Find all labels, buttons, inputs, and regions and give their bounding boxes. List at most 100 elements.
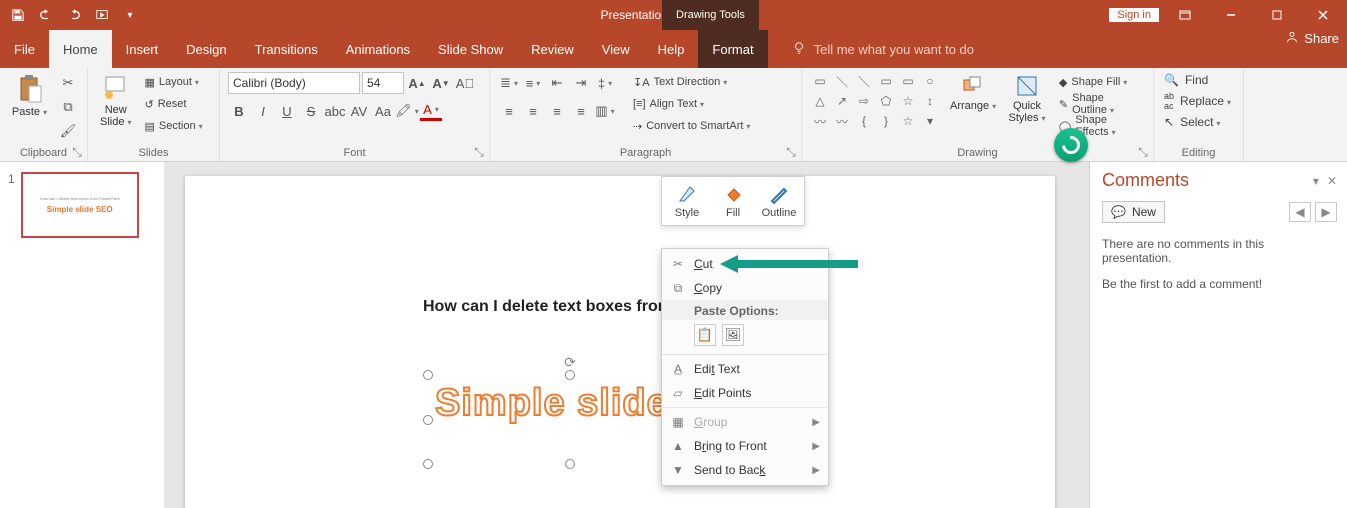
share-button[interactable]: Share — [1285, 30, 1339, 47]
tab-help[interactable]: Help — [644, 30, 699, 68]
change-case-icon[interactable]: Aa — [372, 100, 394, 122]
underline-icon[interactable]: U — [276, 100, 298, 122]
prev-comment-icon[interactable]: ◀ — [1289, 202, 1311, 222]
select-button[interactable]: ↖Select — [1162, 114, 1233, 130]
tab-animations[interactable]: Animations — [332, 30, 424, 68]
arrange-button[interactable]: Arrange — [948, 72, 998, 114]
convert-smartart-button[interactable]: ⇢Convert to SmartArt — [630, 116, 753, 136]
next-comment-icon[interactable]: ▶ — [1315, 202, 1337, 222]
slide[interactable]: How can I delete text boxes from Powe ⟳ … — [185, 176, 1055, 508]
clear-formatting-icon[interactable]: A⃥ — [454, 72, 476, 94]
handle-bm[interactable] — [565, 459, 575, 469]
mini-format-toolbar: Style Fill Outline — [661, 176, 805, 226]
font-dialog-launcher[interactable]: ⤡ — [473, 146, 485, 158]
undo-icon[interactable] — [34, 3, 58, 27]
decrease-font-icon[interactable]: A▼ — [430, 72, 452, 94]
tab-insert[interactable]: Insert — [112, 30, 173, 68]
shapes-gallery[interactable]: ▭＼＼▭▭○ △↗⇨⬠☆↕ 〰〰{}☆▾ — [810, 72, 940, 130]
tab-transitions[interactable]: Transitions — [241, 30, 332, 68]
layout-button[interactable]: ▦Layout — [141, 72, 205, 92]
ctx-edit-points[interactable]: ▱Edit Points — [662, 381, 828, 405]
thumbnail-1[interactable]: 1 How can I delete text boxes from Power… — [8, 172, 156, 238]
shape-fill-button[interactable]: ◆Shape Fill — [1056, 72, 1145, 92]
tab-review[interactable]: Review — [517, 30, 588, 68]
ctx-cut[interactable]: ✂Cut — [662, 252, 828, 276]
find-button[interactable]: 🔍Find — [1162, 72, 1233, 88]
paste-picture-icon[interactable]: 🖼 — [722, 324, 744, 346]
replace-button[interactable]: abacReplace — [1162, 90, 1233, 112]
font-size-combo[interactable]: 54 — [362, 72, 404, 94]
numbering-icon[interactable]: ≡ — [522, 72, 544, 94]
section-button[interactable]: ▤Section — [141, 116, 205, 136]
handle-tm[interactable] — [565, 370, 575, 380]
align-left-icon[interactable]: ≡ — [498, 100, 520, 122]
start-from-beginning-icon[interactable] — [90, 3, 114, 27]
clipboard-dialog-launcher[interactable]: ⤡ — [71, 146, 83, 158]
increase-indent-icon[interactable]: ⇥ — [570, 72, 592, 94]
drawing-dialog-launcher[interactable]: ⤡ — [1137, 146, 1149, 158]
font-name-combo[interactable]: Calibri (Body) — [228, 72, 360, 94]
tab-view[interactable]: View — [588, 30, 644, 68]
ctx-edit-text[interactable]: A̲Edit Text — [662, 357, 828, 381]
font-color-icon[interactable]: A — [420, 102, 442, 121]
strikethrough-icon[interactable]: S — [300, 100, 322, 122]
tab-file[interactable]: File — [0, 30, 49, 68]
copy-icon[interactable]: ⧉ — [57, 96, 79, 118]
tab-design[interactable]: Design — [172, 30, 240, 68]
ctx-send-to-back[interactable]: ▼Send to Back▶ — [662, 458, 828, 482]
paste-use-destination-theme-icon[interactable]: 📋 — [694, 324, 716, 346]
redo-icon[interactable] — [62, 3, 86, 27]
sign-in-button[interactable]: Sign in — [1109, 8, 1159, 22]
justify-icon[interactable]: ≡ — [570, 100, 592, 122]
format-painter-icon[interactable]: 🖌 — [57, 120, 79, 142]
save-icon[interactable] — [6, 3, 30, 27]
slide-canvas-area[interactable]: How can I delete text boxes from Powe ⟳ … — [165, 162, 1089, 508]
cut-icon[interactable]: ✂ — [57, 72, 79, 94]
text-direction-button[interactable]: ↧AText Direction — [630, 72, 753, 92]
new-comment-button[interactable]: 💬 New — [1102, 201, 1165, 223]
increase-font-icon[interactable]: A▲ — [406, 72, 428, 94]
tab-format[interactable]: Format — [698, 30, 767, 68]
shape-outline-button[interactable]: ✎Shape Outline — [1056, 94, 1145, 114]
handle-bl[interactable] — [423, 459, 433, 469]
minimize-icon[interactable] — [1211, 1, 1251, 29]
quick-styles-button[interactable]: Quick Styles — [1006, 72, 1048, 126]
text-shadow-icon[interactable]: abc — [324, 100, 346, 122]
mini-style-button[interactable]: Style — [666, 181, 708, 221]
line-spacing-icon[interactable]: ‡ — [594, 72, 616, 94]
reset-button[interactable]: ↺Reset — [141, 94, 205, 114]
slide-thumbnails-pane[interactable]: 1 How can I delete text boxes from Power… — [0, 162, 165, 508]
tab-home[interactable]: Home — [49, 30, 112, 68]
align-text-button[interactable]: [≡]Align Text — [630, 94, 753, 114]
close-icon[interactable] — [1303, 1, 1343, 29]
ctx-copy[interactable]: ⧉Copy — [662, 276, 828, 300]
character-spacing-icon[interactable]: AV — [348, 100, 370, 122]
maximize-icon[interactable] — [1257, 1, 1297, 29]
columns-icon[interactable]: ▥ — [594, 100, 616, 122]
decrease-indent-icon[interactable]: ⇤ — [546, 72, 568, 94]
bold-icon[interactable]: B — [228, 100, 250, 122]
ribbon-display-options-icon[interactable] — [1165, 1, 1205, 29]
new-slide-button[interactable]: New Slide — [96, 72, 135, 130]
ctx-bring-to-front[interactable]: ▲Bring to Front▶ — [662, 434, 828, 458]
align-center-icon[interactable]: ≡ — [522, 100, 544, 122]
handle-ml[interactable] — [423, 415, 433, 425]
italic-icon[interactable]: I — [252, 100, 274, 122]
mini-outline-button[interactable]: Outline — [758, 181, 800, 221]
mini-fill-button[interactable]: Fill — [712, 181, 754, 221]
layout-icon: ▦ — [144, 76, 154, 89]
comments-dropdown-icon[interactable]: ▾ — [1313, 174, 1319, 188]
grammarly-badge-icon[interactable] — [1054, 128, 1088, 162]
align-right-icon[interactable]: ≡ — [546, 100, 568, 122]
thumbnail-preview[interactable]: How can I delete text boxes from PowerPo… — [21, 172, 139, 238]
tell-me-search[interactable]: Tell me what you want to do — [792, 30, 974, 68]
qat-more-icon[interactable]: ▾ — [118, 3, 142, 27]
comments-close-icon[interactable]: ✕ — [1327, 174, 1337, 188]
tab-slideshow[interactable]: Slide Show — [424, 30, 517, 68]
paragraph-dialog-launcher[interactable]: ⤡ — [785, 146, 797, 158]
highlight-icon[interactable]: 🖍 — [396, 100, 418, 122]
bullets-icon[interactable]: ≣ — [498, 72, 520, 94]
paste-button[interactable]: Paste — [8, 72, 51, 120]
rotate-handle-icon[interactable]: ⟳ — [564, 354, 576, 371]
handle-tl[interactable] — [423, 370, 433, 380]
